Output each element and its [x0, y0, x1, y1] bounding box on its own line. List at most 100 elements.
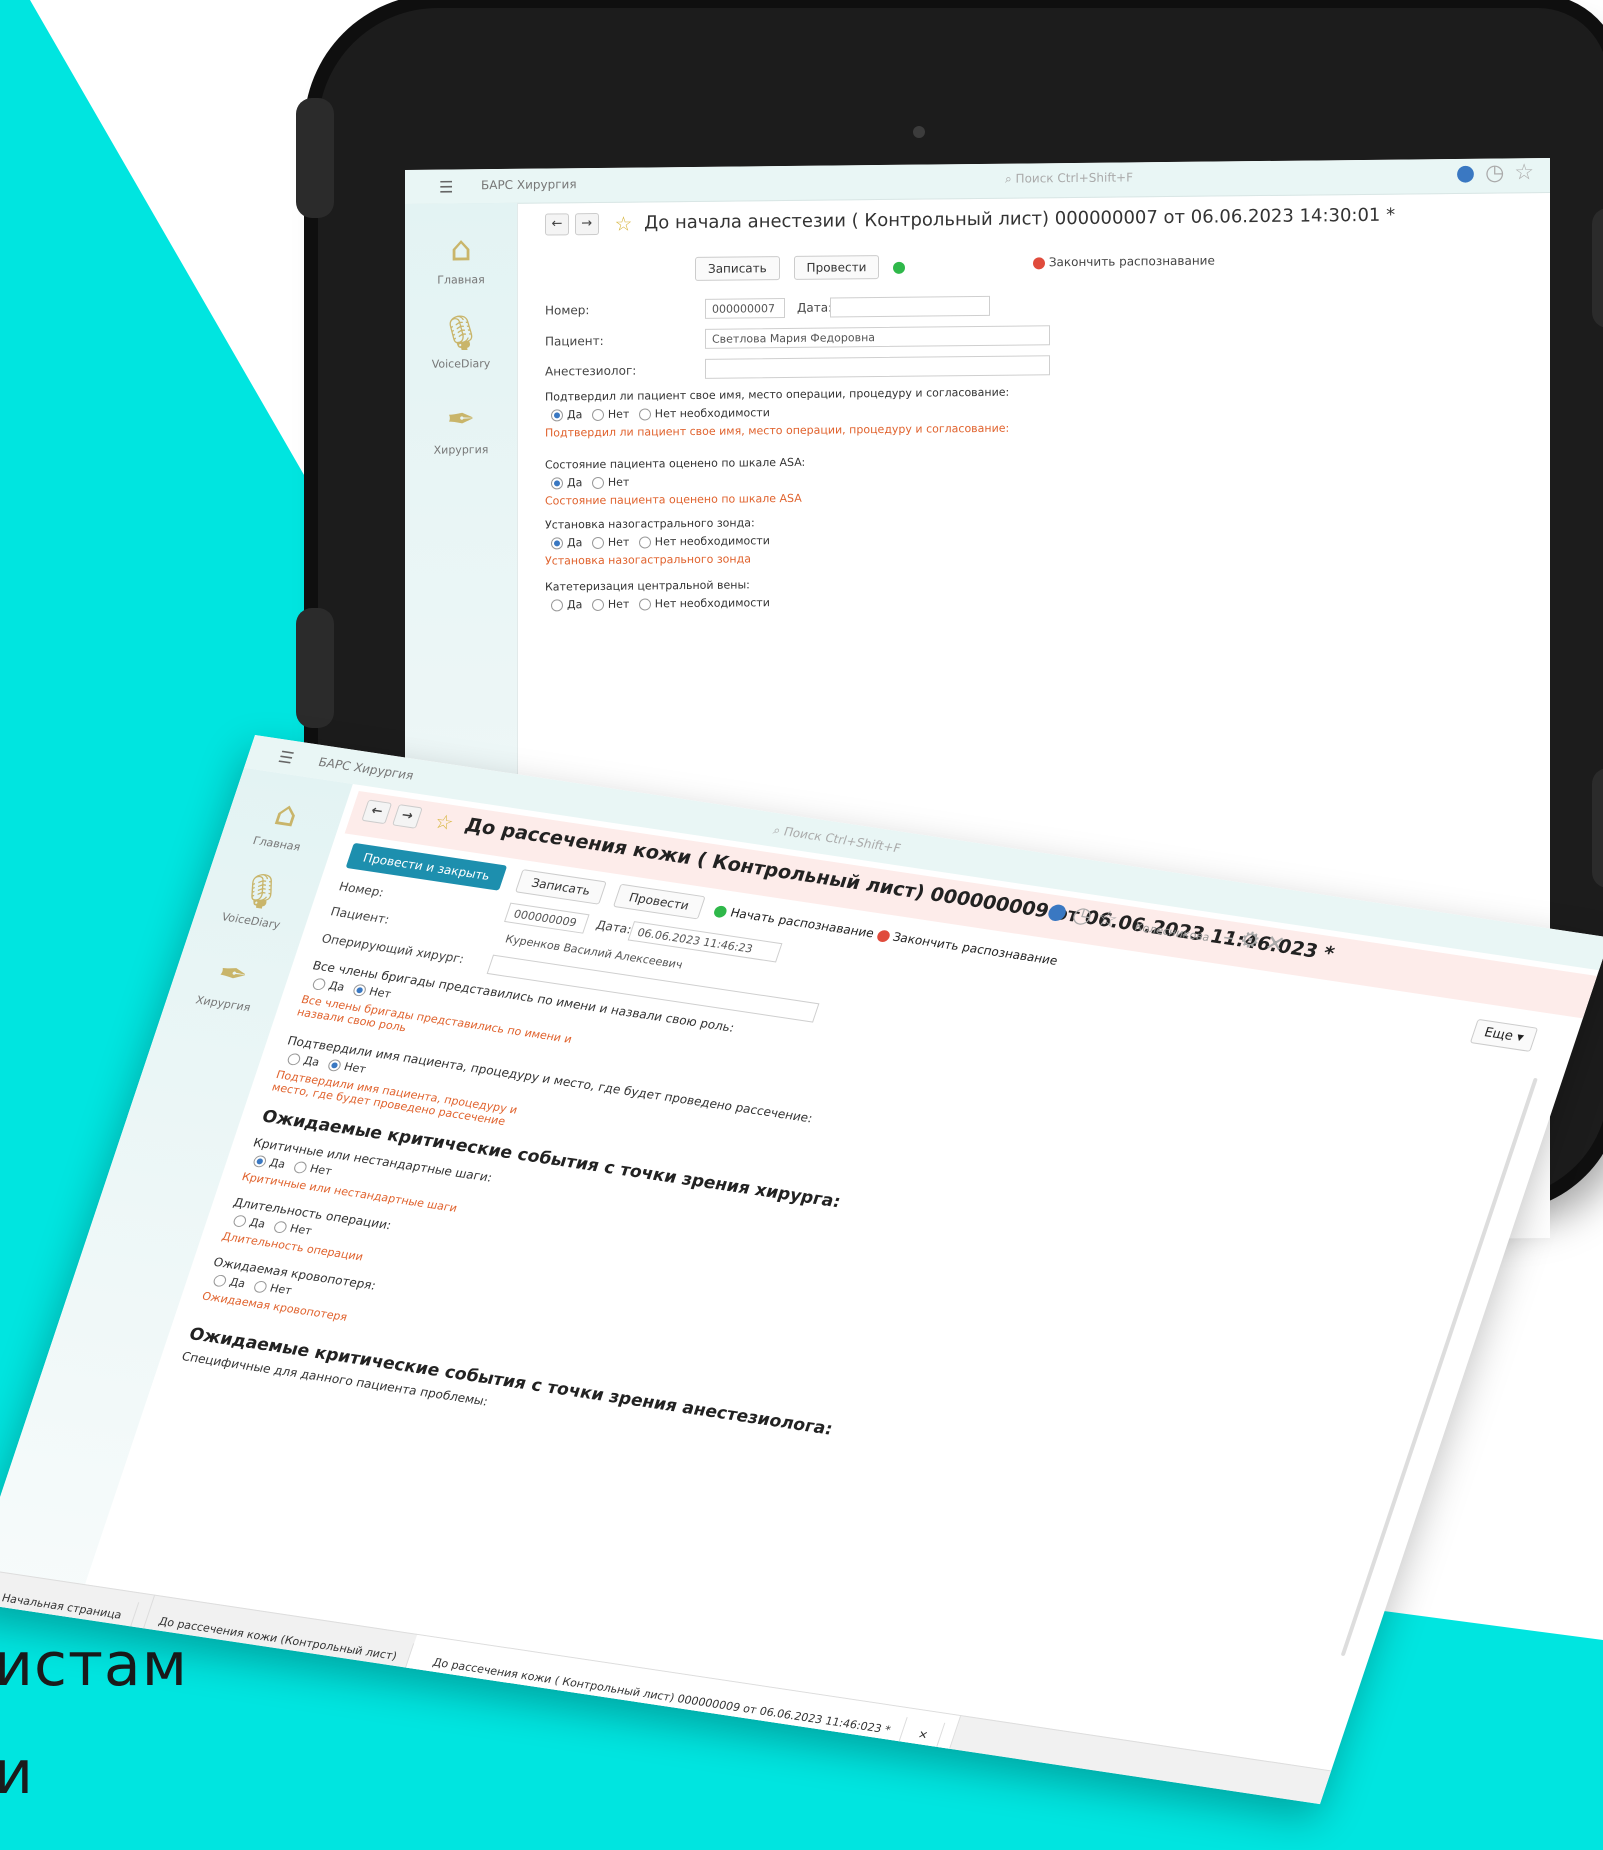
- radio-no[interactable]: [591, 476, 604, 490]
- radio-not-needed[interactable]: [638, 598, 651, 611]
- radio-yes[interactable]: [551, 537, 563, 550]
- post-button[interactable]: Провести: [793, 255, 880, 280]
- favorite-star-icon[interactable]: ☆: [431, 809, 456, 835]
- anesthesiologist-field[interactable]: [705, 355, 1050, 379]
- date-field[interactable]: [830, 295, 990, 318]
- home-icon: ⌂: [450, 229, 472, 270]
- radio-label: Нет: [607, 407, 630, 421]
- radio-label: Нет: [367, 984, 393, 1001]
- radio-no[interactable]: [252, 1280, 269, 1294]
- document-header: ← → ☆ До начала анестезии ( Контрольный …: [545, 204, 1395, 237]
- validation-warning: Установка назогастрального зонда: [545, 552, 751, 568]
- radio-not-needed[interactable]: [638, 408, 651, 421]
- app-title: БАРС Хирургия: [481, 177, 577, 193]
- patient-label: Пациент:: [328, 904, 392, 927]
- radio-label: Да: [227, 1275, 248, 1291]
- radio-no[interactable]: [272, 1220, 289, 1234]
- caption-line-2: и: [0, 1738, 34, 1808]
- post-button[interactable]: Провести: [612, 883, 706, 920]
- favorite-star-icon[interactable]: ☆: [614, 212, 632, 236]
- search-input[interactable]: ⌕ Поиск Ctrl+Shift+F: [771, 823, 902, 856]
- patient-label: Пациент:: [545, 333, 604, 349]
- favorites-icon[interactable]: ☆: [1094, 906, 1128, 934]
- sidebar-item-voicediary[interactable]: 🎙 VoiceDiary: [193, 864, 322, 935]
- radio-no[interactable]: [591, 598, 604, 612]
- question-label: Подтвердил ли пациент свое имя, место оп…: [545, 385, 1010, 404]
- radio-yes[interactable]: [551, 477, 563, 490]
- validation-warning: Состояние пациента оценено по шкале ASA: [545, 491, 802, 508]
- date-label: Дата:: [594, 917, 634, 937]
- save-button[interactable]: Записать: [515, 869, 607, 905]
- sidebar-item-surgery[interactable]: ✒ Хирургия: [166, 947, 295, 1018]
- radio-label: Нет необходимости: [654, 534, 770, 549]
- question-label: Катетеризация центральной вены:: [545, 578, 750, 594]
- radio-label: Нет необходимости: [654, 406, 770, 421]
- radio-not-needed[interactable]: [638, 536, 651, 549]
- menu-icon[interactable]: ☰: [439, 177, 453, 196]
- more-label: Еще: [1482, 1025, 1516, 1044]
- radio-group: Да Нет Нет необходимости: [545, 596, 770, 612]
- radio-label: Нет: [607, 475, 630, 489]
- radio-no[interactable]: [591, 536, 604, 550]
- search-placeholder: Поиск Ctrl+Shift+F: [1015, 170, 1134, 186]
- app-title: БАРС Хирургия: [316, 754, 416, 783]
- patient-field[interactable]: Светлова Мария Федоровна: [705, 325, 1050, 349]
- favorites-icon[interactable]: ☆: [1514, 160, 1544, 185]
- back-button[interactable]: ←: [545, 213, 569, 236]
- stop-recognition-button[interactable]: Закончить распознавание: [1033, 254, 1215, 270]
- menu-icon[interactable]: ☰: [276, 747, 296, 767]
- sidebar-item-label: VoiceDiary: [431, 357, 491, 371]
- notifications-icon[interactable]: ●: [1456, 161, 1485, 186]
- pen-icon: ✒: [212, 953, 254, 996]
- start-recognition-button[interactable]: Начать распознавание: [729, 906, 876, 941]
- validation-warning: Подтвердил ли пациент свое имя, место оп…: [545, 421, 1010, 440]
- radio-yes[interactable]: [551, 599, 563, 612]
- radio-label: Нет: [607, 597, 630, 611]
- sidebar-item-voicediary[interactable]: 🎙 VoiceDiary: [405, 313, 517, 371]
- radio-no[interactable]: [591, 408, 604, 422]
- sidebar-item-surgery[interactable]: ✒ Хирургия: [405, 399, 517, 457]
- stop-recognition-icon: [875, 928, 892, 943]
- radio-no[interactable]: [351, 983, 368, 997]
- history-icon[interactable]: ◷: [1485, 160, 1514, 185]
- sidebar-item-home[interactable]: ⌂ Главная: [405, 229, 517, 287]
- date-label: Дата:: [797, 300, 833, 315]
- start-recognition-icon: [713, 904, 729, 918]
- number-field[interactable]: 000000007: [705, 298, 785, 319]
- sidebar-item-label: Главная: [251, 834, 303, 854]
- search-input[interactable]: ⌕ Поиск Ctrl+Shift+F: [1005, 170, 1133, 186]
- radio-group: Да Нет Нет необходимости: [545, 534, 770, 550]
- radio-label: Да: [301, 1054, 322, 1069]
- radio-yes[interactable]: [231, 1214, 248, 1228]
- pen-icon: ✒: [446, 399, 476, 440]
- radio-group: Да Нет Нет необходимости: [545, 406, 770, 422]
- home-icon: ⌂: [269, 793, 304, 836]
- microphone-icon: 🎙: [439, 313, 483, 354]
- save-button[interactable]: Записать: [695, 256, 780, 281]
- more-button[interactable]: Еще ▾: [1469, 1018, 1539, 1052]
- radio-yes[interactable]: [211, 1274, 228, 1288]
- top-icons: ●◷☆: [1456, 160, 1544, 186]
- sidebar-item-label: Хирургия: [194, 993, 253, 1015]
- forward-button[interactable]: →: [574, 212, 599, 236]
- back-button[interactable]: ←: [361, 799, 393, 825]
- radio-yes[interactable]: [551, 409, 563, 422]
- radio-label: Да: [567, 536, 583, 550]
- radio-no[interactable]: [292, 1160, 309, 1175]
- radio-yes[interactable]: [286, 1052, 302, 1066]
- tablet-bumper: [1592, 208, 1603, 328]
- forward-button[interactable]: →: [391, 804, 423, 829]
- surgeon-label: Оперирующий хирург:: [319, 931, 466, 967]
- tablet-bumper: [296, 98, 334, 218]
- sidebar-item-home[interactable]: ⌂ Главная: [219, 787, 348, 858]
- radio-no[interactable]: [326, 1058, 343, 1073]
- tablet-bumper: [1592, 768, 1603, 888]
- radio-yes[interactable]: [311, 977, 327, 991]
- stop-recognition-icon: [1033, 256, 1045, 269]
- start-recognition-icon[interactable]: [893, 261, 906, 274]
- tablet-camera: [913, 126, 925, 138]
- question-label: Установка назогастрального зонда:: [545, 516, 755, 532]
- radio-label: Нет: [342, 1060, 368, 1076]
- radio-yes[interactable]: [251, 1154, 268, 1169]
- question-label: Состояние пациента оценено по шкале ASA:: [545, 455, 806, 472]
